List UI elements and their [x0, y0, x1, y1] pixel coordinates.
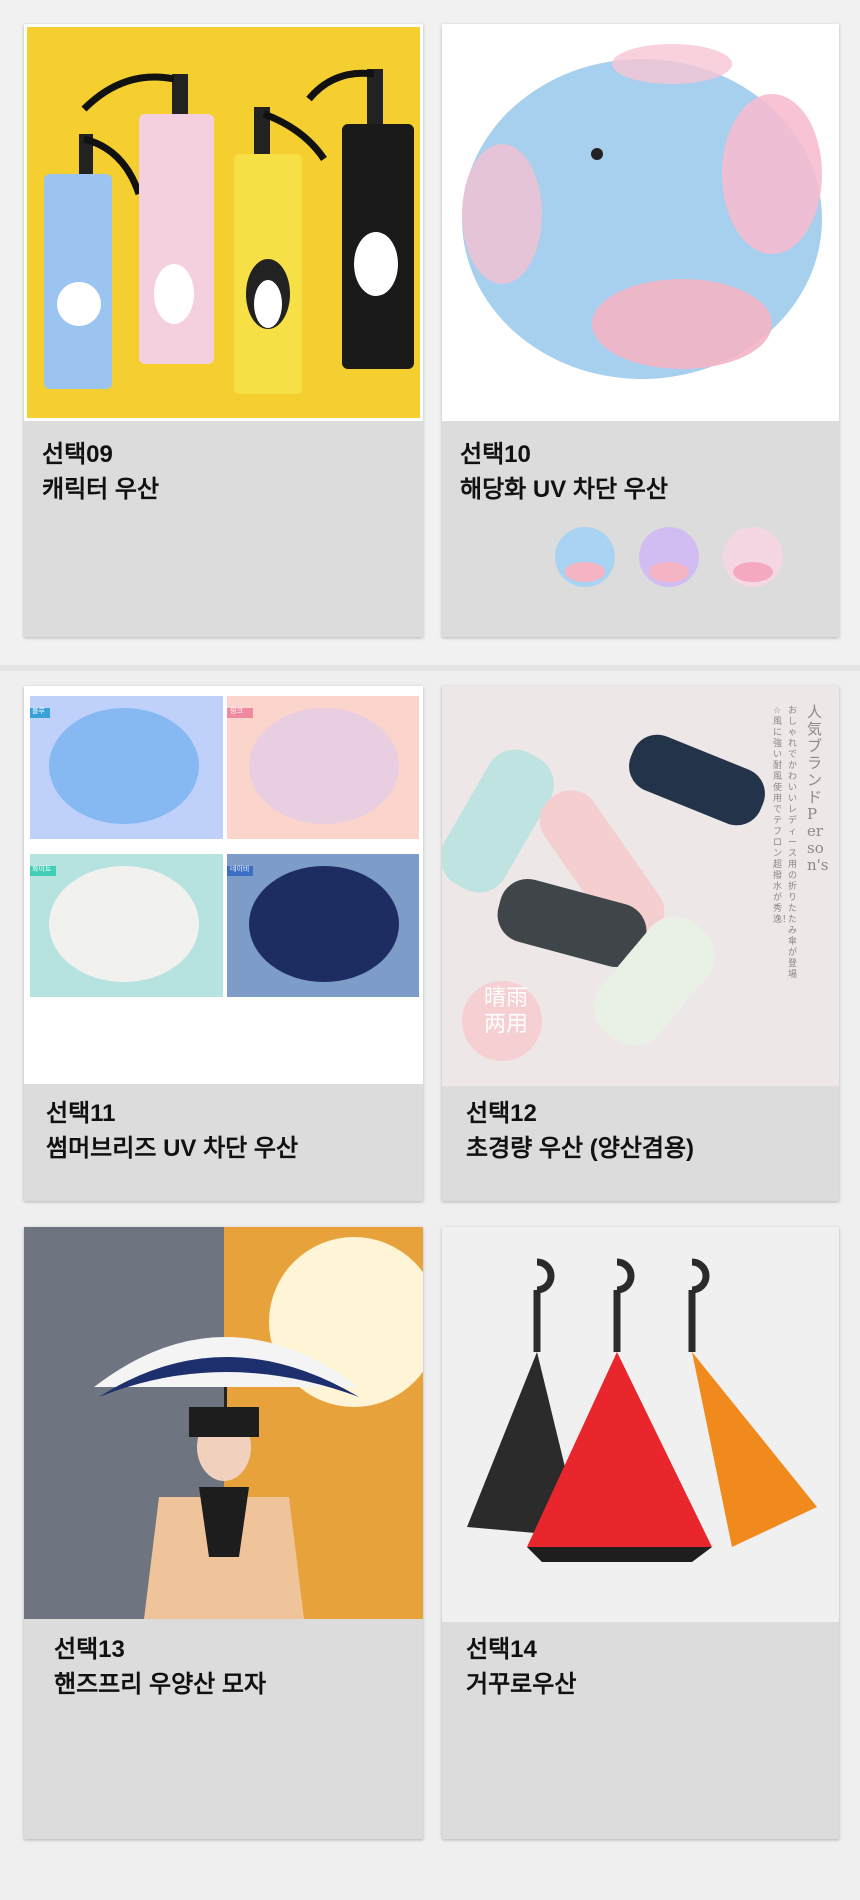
handsfree-umbrella-hat-photo: [24, 1227, 423, 1619]
product-code: 선택12: [466, 1100, 537, 1127]
product-label: 선택14 거꾸로우산: [442, 1632, 839, 1702]
jp-description-line-1: おしゃれでかわいいレディース用の折りたたみ傘が登場: [788, 706, 798, 980]
product-name: 핸즈프리 우양산 모자: [54, 1671, 267, 1698]
product-name: 해당화 UV 차단 우산: [460, 476, 668, 503]
color-variant-swatches: [552, 524, 792, 590]
product-card-13[interactable]: 선택13 핸즈프리 우양산 모자: [24, 1227, 423, 1839]
product-card-09[interactable]: 선택09 캐릭터 우산: [24, 24, 423, 637]
product-name: 초경량 우산 (양산겸용): [466, 1135, 695, 1162]
product-label: 선택13 핸즈프리 우양산 모자: [24, 1632, 423, 1702]
product-label: 선택12 초경량 우산 (양산겸용): [442, 1096, 839, 1166]
swatch-pink-icon[interactable]: [720, 524, 786, 590]
jp-description-line-2: ☆風に強い耐風使用でテフロン超撥水が秀逸！: [773, 706, 792, 925]
product-code: 선택09: [42, 441, 113, 468]
product-card-12[interactable]: 人気ブランドPerson's おしゃれでかわいいレディース用の折りたたみ傘が登場…: [442, 686, 839, 1201]
product-label: 선택10 해당화 UV 차단 우산: [442, 437, 839, 507]
rain-sun-stamp: 晴雨 两用: [483, 986, 528, 1037]
product-name: 거꾸로우산: [466, 1671, 577, 1698]
product-card-11[interactable]: 블루 핑크 화이트 네이비 선택11 썸머브리즈 UV 차단 우산: [24, 686, 423, 1201]
product-label: 선택11 썸머브리즈 UV 차단 우산: [24, 1096, 423, 1166]
product-code: 선택14: [466, 1636, 537, 1663]
brand-vertical-text: 人気ブランドPerson's: [807, 703, 829, 874]
product-code: 선택10: [460, 441, 531, 468]
swatch-blue-icon[interactable]: [552, 524, 618, 590]
product-name: 썸머브리즈 UV 차단 우산: [46, 1135, 299, 1162]
swatch-purple-icon[interactable]: [636, 524, 702, 590]
product-label: 선택09 캐릭터 우산: [24, 437, 423, 507]
product-code: 선택11: [46, 1100, 116, 1127]
ultralight-umbrella-photo: 人気ブランドPerson's おしゃれでかわいいレディース用の折りたたみ傘が登場…: [442, 686, 839, 1086]
summer-breeze-umbrella-photo: 블루 핑크 화이트 네이비: [24, 686, 423, 1084]
flower-uv-umbrella-photo: [442, 24, 839, 421]
character-umbrella-photo: [24, 24, 423, 421]
section-divider: [0, 665, 860, 671]
product-name: 캐릭터 우산: [42, 476, 160, 503]
variant-tag-blue: 블루: [32, 708, 45, 715]
product-code: 선택13: [54, 1636, 125, 1663]
product-card-14[interactable]: 선택14 거꾸로우산: [442, 1227, 839, 1839]
product-card-10[interactable]: 선택10 해당화 UV 차단 우산: [442, 24, 839, 637]
variant-tag-white: 화이트: [32, 866, 52, 873]
variant-tag-navy: 네이비: [230, 866, 250, 873]
variant-tag-pink: 핑크: [230, 708, 243, 715]
reverse-umbrella-photo: [442, 1227, 839, 1622]
